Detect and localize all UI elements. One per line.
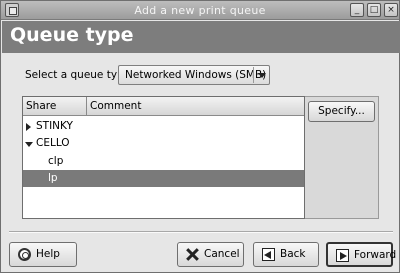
window-title: Add a new print queue: [134, 4, 266, 17]
share-name: lp: [48, 172, 58, 184]
column-header-share[interactable]: Share: [23, 97, 87, 116]
share-name: clp: [48, 155, 64, 167]
list-item[interactable]: CELLO: [23, 135, 304, 152]
forward-button[interactable]: Forward: [326, 242, 397, 267]
minimize-button[interactable]: _: [350, 3, 364, 17]
list-item[interactable]: clp: [23, 153, 304, 170]
help-button[interactable]: Help: [9, 242, 77, 267]
back-arrow-icon: [262, 248, 275, 261]
column-header-comment[interactable]: Comment: [87, 97, 304, 116]
maximize-button[interactable]: □: [367, 3, 381, 17]
title-bar: Add a new print queue _ □ ×: [1, 1, 399, 20]
print-queue-dialog: Add a new print queue _ □ × Queue type S…: [0, 0, 400, 273]
specify-button[interactable]: Specify...: [308, 101, 375, 122]
expand-triangle-icon[interactable]: [26, 123, 31, 131]
share-name: CELLO: [36, 137, 70, 149]
cancel-label: Cancel: [204, 248, 240, 260]
back-button[interactable]: Back: [253, 242, 319, 267]
help-icon: [18, 248, 31, 261]
back-label: Back: [280, 248, 306, 260]
list-item-selected[interactable]: lp: [23, 170, 304, 187]
collapse-triangle-icon[interactable]: [25, 142, 33, 147]
forward-arrow-icon: [336, 249, 349, 262]
chevron-down-icon[interactable]: [253, 67, 268, 83]
share-list[interactable]: Share Comment STINKY CELLO clp lp: [22, 96, 305, 219]
page-title: Queue type: [10, 24, 134, 46]
share-list-header: Share Comment: [23, 97, 304, 116]
divider: [9, 231, 393, 233]
close-button[interactable]: ×: [384, 3, 398, 17]
page-header: Queue type: [2, 21, 400, 53]
help-label: Help: [36, 248, 60, 260]
queue-type-value: Networked Windows (SMB): [125, 69, 267, 81]
queue-type-dropdown[interactable]: Networked Windows (SMB): [118, 65, 270, 85]
cancel-x-icon: [186, 248, 199, 261]
list-item[interactable]: STINKY: [23, 118, 304, 135]
cancel-button[interactable]: Cancel: [177, 242, 244, 267]
share-name: STINKY: [36, 120, 73, 132]
forward-label: Forward: [354, 249, 397, 261]
